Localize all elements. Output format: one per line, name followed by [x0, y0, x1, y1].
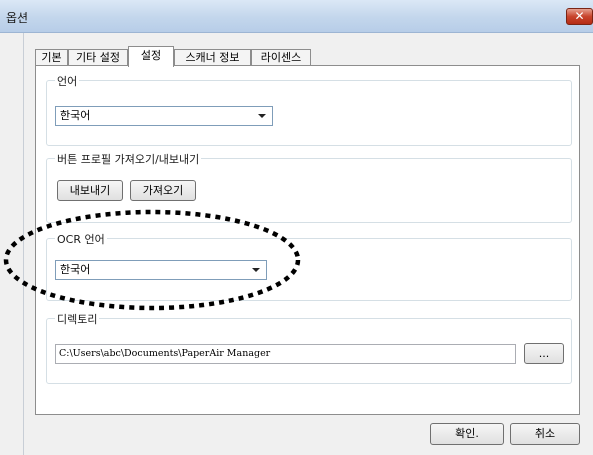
directory-path-field[interactable]: C:\Users\abc\Documents\PaperAir Manager [55, 344, 516, 364]
title-bar: 옵션 ✕ [0, 0, 593, 33]
tab-license[interactable]: 라이센스 [251, 49, 311, 66]
language-select[interactable]: 한국어 [55, 106, 273, 126]
language-select-value: 한국어 [60, 109, 91, 122]
chevron-down-icon [252, 268, 260, 272]
import-button[interactable]: 가져오기 [130, 180, 196, 201]
ocr-language-select[interactable]: 한국어 [55, 260, 267, 280]
directory-group-label: 디렉토리 [55, 311, 100, 327]
chevron-down-icon [258, 114, 266, 118]
tab-settings[interactable]: 설정 [128, 46, 174, 67]
close-icon: ✕ [574, 9, 585, 23]
tab-scanner-info[interactable]: 스캐너 정보 [174, 49, 251, 66]
close-button[interactable]: ✕ [566, 8, 593, 25]
ok-button[interactable]: 확인. [430, 423, 504, 445]
ocr-language-select-value: 한국어 [60, 263, 91, 276]
ocr-language-group: OCR 언어 한국어 [46, 231, 572, 301]
language-group-label: 언어 [55, 73, 80, 89]
button-profile-group: 버튼 프로필 가져오기/내보내기 내보내기 가져오기 [46, 151, 572, 223]
directory-group: 디렉토리 C:\Users\abc\Documents\PaperAir Man… [46, 311, 572, 384]
tab-other-settings[interactable]: 기타 설정 [68, 49, 128, 66]
settings-tab-panel: 언어 한국어 버튼 프로필 가져오기/내보내기 내보내기 가져오기 OCR 언어… [35, 65, 580, 415]
cancel-button[interactable]: 취소 [510, 423, 580, 445]
options-dialog: 옵션 ✕ 기본 기타 설정 설정 스캐너 정보 라이센스 언어 한국어 버튼 프… [0, 0, 593, 455]
export-button[interactable]: 내보내기 [57, 180, 123, 201]
window-title: 옵션 [6, 11, 29, 25]
button-profile-group-label: 버튼 프로필 가져오기/내보내기 [55, 151, 202, 167]
tab-basic[interactable]: 기본 [35, 49, 68, 66]
browse-button[interactable]: ... [524, 343, 564, 364]
ocr-language-group-label: OCR 언어 [55, 231, 107, 247]
language-group: 언어 한국어 [46, 73, 572, 146]
